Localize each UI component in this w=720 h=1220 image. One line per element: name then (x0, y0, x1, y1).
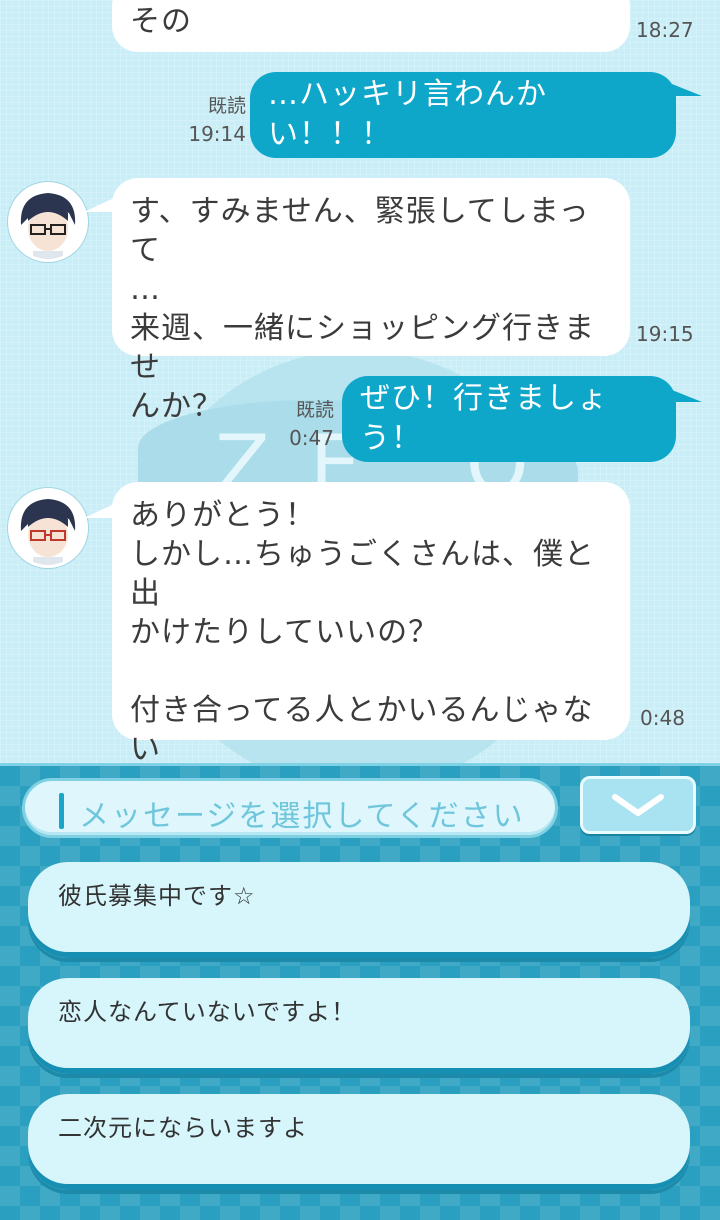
message-time: 18:27 (636, 18, 694, 42)
message-text: …ハッキリ言わんかい！！！ (268, 77, 547, 152)
reply-option-label: 恋人なんていないですよ！ (58, 998, 357, 1026)
message-text: … (130, 272, 161, 307)
outgoing-message: …ハッキリ言わんかい！！！ (250, 72, 676, 158)
message-text: ありがとう！ (130, 498, 316, 533)
message-time: 0:47 (289, 426, 334, 450)
read-receipt: 既読 0:47 (268, 396, 334, 452)
message-text: ぜひ！行きましょう！ (360, 381, 608, 456)
avatar-icon (20, 499, 76, 565)
reply-option-label: 彼氏募集中です☆ (58, 882, 256, 910)
read-label: 既読 (295, 399, 334, 421)
incoming-message: す、すみません、緊張してしまって … 来週、一緒にショッピング行きませ んか？ (112, 178, 630, 424)
read-receipt: 既読 19:14 (180, 92, 246, 148)
message-time: 0:48 (640, 706, 685, 730)
incoming-message: その (112, 0, 630, 52)
chat-area[interactable]: ZE O その 18:27 既読 19:14 …ハッキリ言わんかい！！！ す、す… (0, 0, 720, 763)
avatar-icon (20, 193, 76, 259)
message-text: 付き合ってる人とかいるんじゃない (130, 693, 594, 763)
message-time: 19:14 (188, 122, 246, 146)
avatar[interactable] (8, 182, 88, 262)
chevron-down-icon (612, 794, 664, 816)
message-select-bar[interactable]: メッセージを選択してください (22, 778, 558, 838)
message-text: かけたりしていいの？ (130, 615, 440, 650)
message-text: しかし…ちゅうごくさんは、僕と出 (130, 537, 595, 611)
outgoing-message: ぜひ！行きましょう！ (342, 376, 676, 462)
reply-option[interactable]: 恋人なんていないですよ！ (28, 978, 690, 1074)
message-text: す、すみません、緊張してしまって (130, 194, 590, 268)
reply-option[interactable]: 彼氏募集中です☆ (28, 862, 690, 958)
message-text: その (130, 4, 192, 39)
text-cursor (59, 793, 64, 829)
incoming-message: ありがとう！ しかし…ちゅうごくさんは、僕と出 かけたりしていいの？ 付き合って… (112, 482, 630, 763)
bubble-tail (84, 198, 114, 212)
avatar[interactable] (8, 488, 88, 568)
select-placeholder: メッセージを選択してください (79, 799, 525, 834)
reply-panel: メッセージを選択してください 彼氏募集中です☆ 恋人なんていないですよ！ 二次元… (0, 763, 720, 1220)
bubble-tail (84, 504, 114, 518)
bubble-tail (672, 390, 702, 402)
bubble-tail (672, 84, 702, 96)
message-text (130, 652, 610, 691)
read-label: 既読 (207, 95, 246, 117)
collapse-toggle-button[interactable] (580, 776, 696, 834)
reply-option[interactable]: 二次元にならいますよ (28, 1094, 690, 1190)
message-time: 19:15 (636, 322, 694, 346)
reply-option-label: 二次元にならいますよ (58, 1114, 308, 1142)
